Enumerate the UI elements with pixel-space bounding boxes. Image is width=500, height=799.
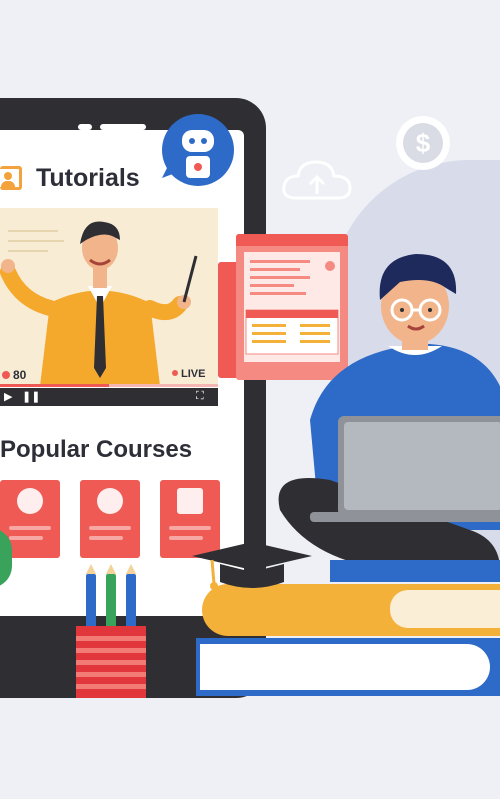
live-badge: LIVE <box>172 368 205 380</box>
video-progress-bar[interactable] <box>0 384 218 387</box>
planet-icon <box>97 488 123 514</box>
dollar-symbol: $ <box>403 123 443 163</box>
popular-courses-title: Popular Courses <box>0 436 193 463</box>
user-icon <box>0 166 22 190</box>
live-label: LIVE <box>181 368 206 380</box>
tablet-camera <box>78 124 92 130</box>
video-controls: ▶ ❚❚ ⛶ <box>0 388 218 406</box>
pencil-green <box>106 564 116 630</box>
video-player[interactable] <box>0 208 218 386</box>
fullscreen-icon[interactable]: ⛶ <box>196 390 204 403</box>
pencil-blue <box>86 564 96 630</box>
play-icon[interactable]: ▶ <box>4 390 12 403</box>
book-stack <box>196 580 500 700</box>
document-icon <box>177 488 203 514</box>
book-blue <box>196 638 500 696</box>
pencil-cup <box>76 626 146 698</box>
cloud-upload-icon <box>282 160 352 200</box>
illustration-canvas: Tutorials 80 LIVE ▶ ❚❚ ⛶ Popular Courses… <box>0 0 500 799</box>
robot-chat-icon <box>162 114 234 186</box>
viewer-count-value: 80 <box>13 368 27 382</box>
tablet-speaker <box>100 124 146 130</box>
flask-icon <box>17 488 43 514</box>
viewer-count: 80 <box>2 368 26 382</box>
live-dot-icon <box>172 370 178 376</box>
dollar-coin-icon: $ <box>396 116 450 170</box>
tutorials-title: Tutorials <box>36 164 140 192</box>
course-card[interactable] <box>80 480 140 558</box>
pencil-blue <box>126 564 136 630</box>
video-progress-fill <box>0 384 109 387</box>
teacher-figure <box>0 221 198 386</box>
pause-icon[interactable]: ❚❚ <box>22 390 40 403</box>
graduation-cap-icon <box>192 542 312 590</box>
viewer-icon <box>2 371 10 379</box>
